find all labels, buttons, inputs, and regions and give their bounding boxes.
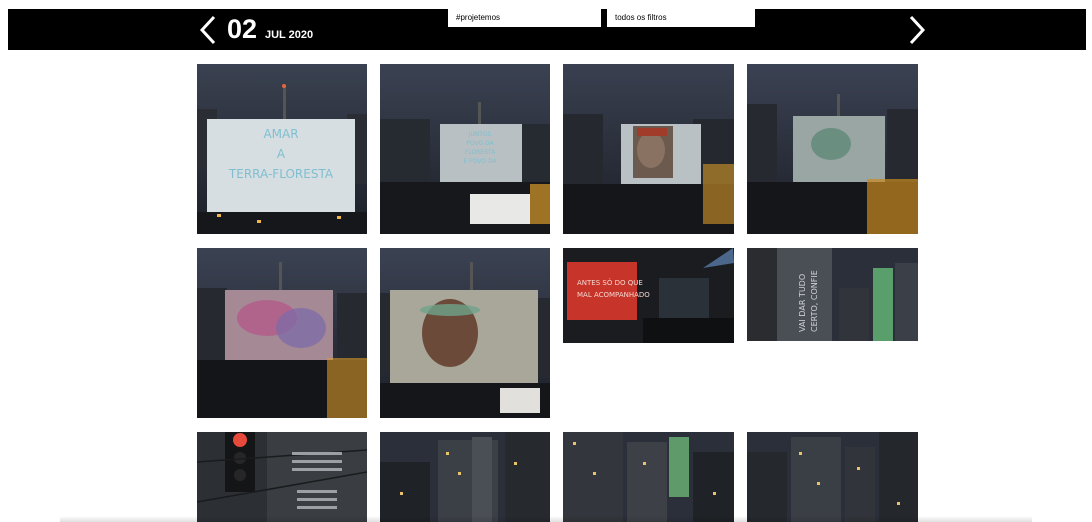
screen-caption-line: MAL ACOMPANHADO [577,291,650,299]
photo-tile[interactable] [197,432,367,522]
projection-building-photo [197,248,367,418]
photo-tile[interactable] [380,248,550,418]
projection-building-photo [380,248,550,418]
night-buildings-photo [747,432,918,522]
photo-tile[interactable] [380,432,550,522]
screen-caption-line: ANTES SÓ DO QUE [577,278,643,287]
photo-tile[interactable]: ANTES SÓ DO QUE MAL ACOMPANHADO [563,248,734,343]
photo-tile[interactable]: VAI DAR TUDO CERTO, CONFIE [747,248,918,341]
projection-building-photo: AMAR A TERRA-FLORESTA [197,64,367,234]
traffic-light-photo [197,432,367,522]
projection-building-photo [747,64,918,234]
photo-tile[interactable] [563,432,734,522]
projection-caption-line: E POVO DA [463,158,497,165]
projection-building-photo: JUNTOS POVO DA FLORESTA E POVO DA [380,64,550,234]
photo-tile[interactable] [747,432,918,522]
photo-tile[interactable] [747,64,918,234]
photo-tile[interactable] [197,248,367,418]
bottom-shadow [60,516,1032,522]
photo-tile[interactable]: AMAR A TERRA-FLORESTA [197,64,367,234]
projection-caption-line: CERTO, CONFIE [810,270,819,332]
photo-tile[interactable] [563,64,734,234]
projection-caption-line: AMAR [263,127,298,141]
night-buildings-photo [563,432,734,522]
projection-caption-line: JUNTOS [468,131,492,138]
photo-grid: AMAR A TERRA-FLORESTA JUNTOS POVO DA FLO… [0,0,1092,522]
projection-caption-line: FLORESTA [465,149,496,156]
night-buildings-photo: VAI DAR TUDO CERTO, CONFIE [747,248,918,341]
projection-caption-line: TERRA-FLORESTA [228,167,334,181]
night-screen-photo: ANTES SÓ DO QUE MAL ACOMPANHADO [563,248,734,343]
night-buildings-photo [380,432,550,522]
projection-building-photo [563,64,734,234]
photo-tile[interactable]: JUNTOS POVO DA FLORESTA E POVO DA [380,64,550,234]
projection-caption-line: A [277,147,286,161]
projection-caption-line: POVO DA [466,140,494,147]
projection-caption-line: VAI DAR TUDO [798,274,807,332]
